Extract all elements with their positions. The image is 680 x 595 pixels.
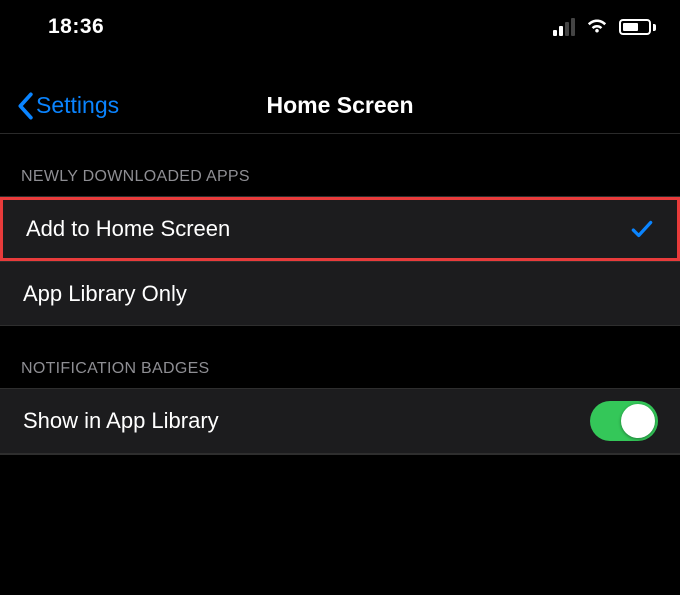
section-header-downloaded: NEWLY DOWNLOADED APPS bbox=[0, 134, 680, 196]
nav-bar: Settings Home Screen bbox=[0, 78, 680, 134]
back-label: Settings bbox=[36, 92, 119, 119]
wifi-icon bbox=[585, 16, 609, 39]
option-show-in-library: Show in App Library bbox=[0, 389, 680, 453]
option-app-library-only[interactable]: App Library Only bbox=[0, 261, 680, 325]
toggle-show-in-library[interactable] bbox=[590, 401, 658, 441]
page-title: Home Screen bbox=[266, 92, 413, 119]
status-time: 18:36 bbox=[48, 15, 104, 39]
option-group-downloaded: Add to Home Screen App Library Only bbox=[0, 196, 680, 326]
option-label: Add to Home Screen bbox=[26, 216, 230, 242]
status-icons bbox=[553, 16, 656, 39]
checkmark-icon bbox=[629, 216, 655, 242]
back-button[interactable]: Settings bbox=[16, 92, 119, 120]
option-group-badges: Show in App Library bbox=[0, 388, 680, 454]
status-bar: 18:36 bbox=[0, 0, 680, 54]
option-label: App Library Only bbox=[23, 281, 187, 307]
section-header-badges: NOTIFICATION BADGES bbox=[0, 326, 680, 388]
battery-icon bbox=[619, 19, 656, 35]
option-label: Show in App Library bbox=[23, 408, 219, 434]
option-add-home-screen[interactable]: Add to Home Screen bbox=[0, 197, 680, 261]
cellular-icon bbox=[553, 18, 575, 36]
chevron-left-icon bbox=[16, 92, 34, 120]
